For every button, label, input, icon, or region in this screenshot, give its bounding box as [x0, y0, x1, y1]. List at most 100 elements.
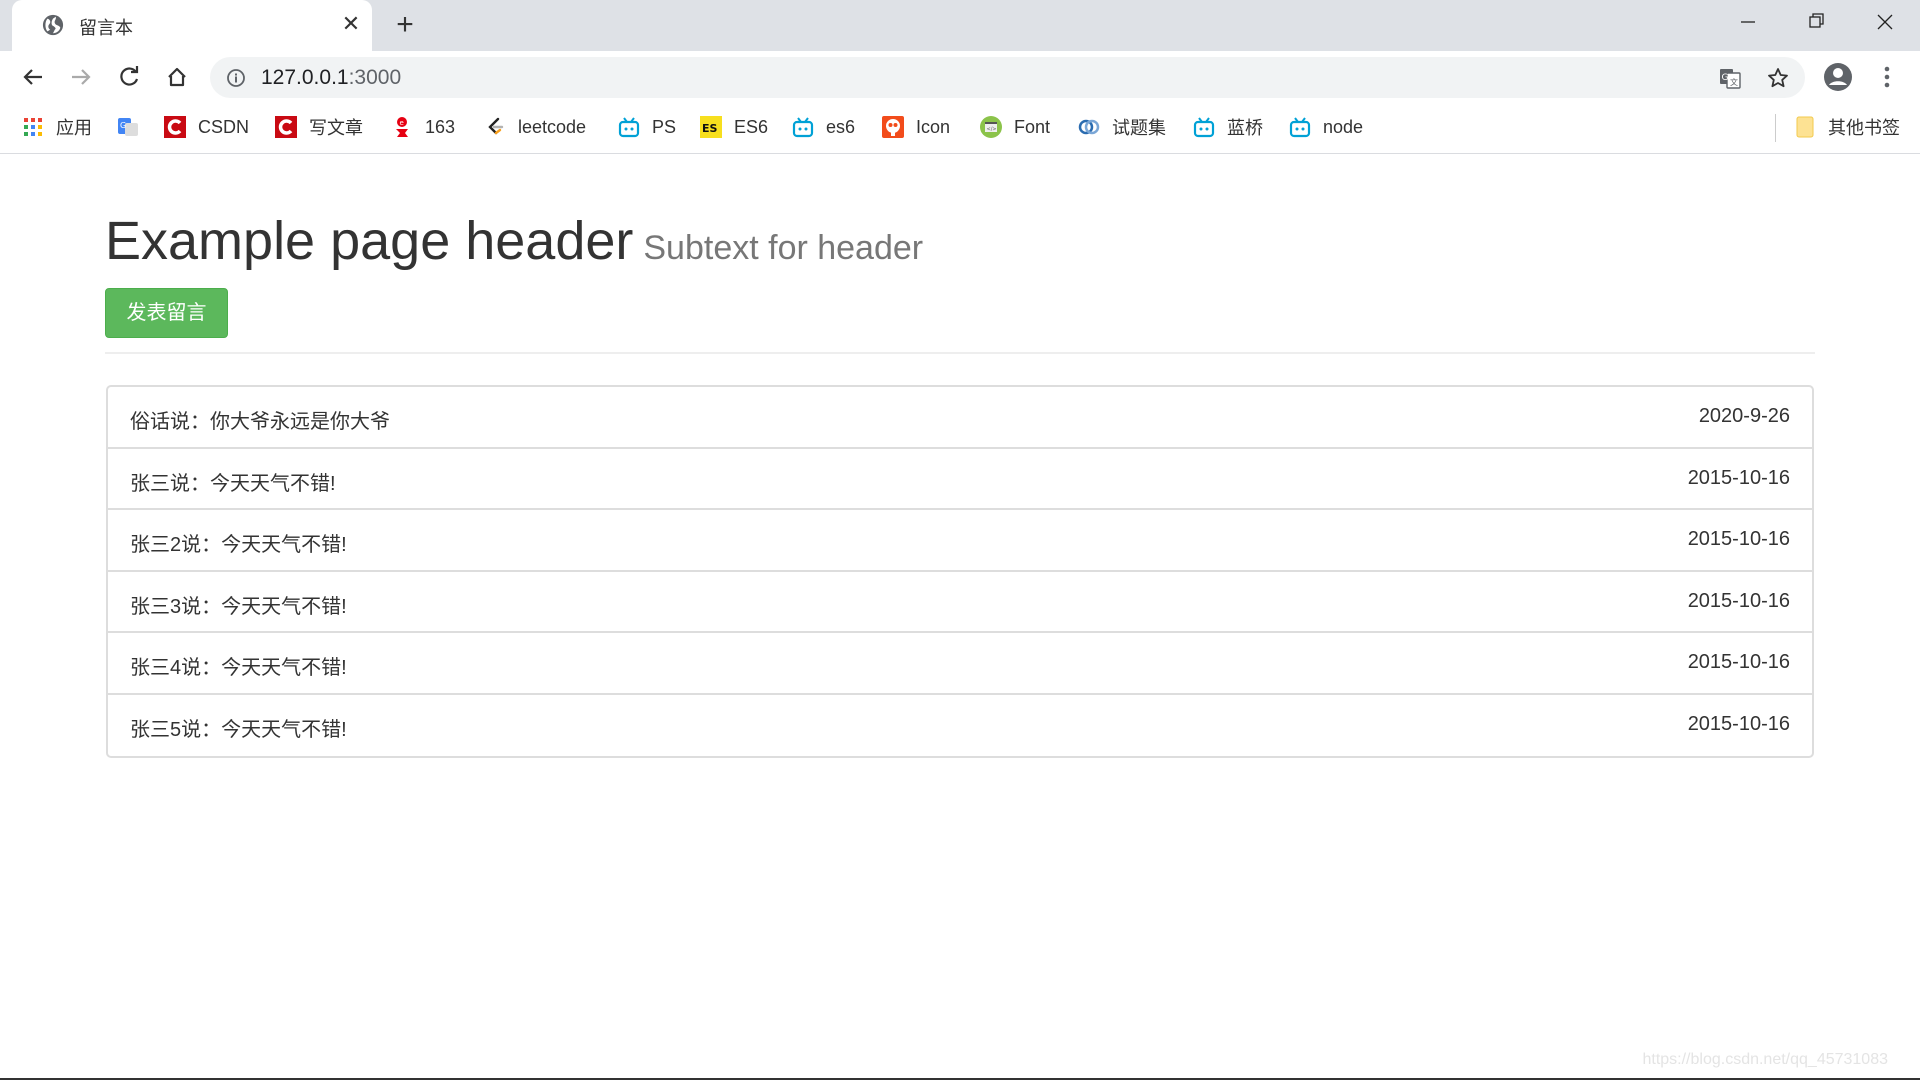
bookmark-font[interactable]: </> Font — [980, 114, 1050, 140]
page-subtitle: Subtext for header — [643, 229, 924, 267]
message-text: 张三3说：今天天气不错! — [130, 595, 347, 618]
bookmark-label: 163 — [425, 116, 456, 137]
bookmark-leetcode[interactable]: leetcode — [484, 114, 586, 140]
url-text[interactable]: 127.0.0.1:3000 — [261, 66, 401, 90]
star-icon[interactable] — [1766, 66, 1790, 90]
swirl-icon — [1078, 119, 1100, 135]
page-title: Example page header — [105, 211, 634, 271]
bookmark-question-set[interactable]: 试题集 — [1078, 114, 1166, 140]
message-text: 张三4说：今天天气不错! — [130, 657, 347, 679]
translate-icon[interactable]: G文 — [1718, 66, 1742, 90]
arrow-left-icon — [23, 69, 42, 85]
post-message-button[interactable]: 发表留言 — [105, 288, 228, 338]
list-item: 张三5说：今天天气不错! 2015-10-16 — [108, 695, 1812, 757]
tab-close-button[interactable]: ✕ — [338, 11, 364, 37]
minimize-button[interactable] — [1723, 6, 1773, 40]
es-icon: ES — [700, 116, 722, 138]
home-icon — [168, 67, 186, 87]
bookmark-apps[interactable]: 应用 — [22, 114, 92, 140]
netease-icon: e — [396, 117, 408, 137]
reload-button[interactable] — [112, 60, 146, 94]
bookmark-label: Icon — [916, 116, 951, 137]
bookmark-label: 试题集 — [1112, 118, 1166, 138]
bookmark-icon[interactable]: Icon — [882, 114, 950, 140]
bookmark-label: 蓝桥 — [1227, 118, 1263, 138]
list-item: 张三2说：今天天气不错! 2015-10-16 — [108, 510, 1812, 572]
bookmark-google-translate[interactable]: G — [117, 114, 151, 140]
message-date: 2015-10-16 — [1687, 651, 1790, 673]
list-item: 张三4说：今天天气不错! 2015-10-16 — [108, 633, 1812, 695]
message-date: 2015-10-16 — [1687, 528, 1790, 550]
profile-button[interactable] — [1821, 60, 1855, 94]
bookmark-163[interactable]: e 163 — [391, 114, 455, 140]
bookmark-ps[interactable]: PS — [618, 114, 676, 140]
apps-grid-icon — [24, 118, 42, 136]
new-tab-button[interactable]: + — [390, 8, 420, 42]
folder-icon — [1796, 116, 1814, 138]
svg-text:ES: ES — [702, 122, 718, 135]
reload-icon — [120, 66, 139, 86]
url-host: 127.0.0.1 — [261, 66, 349, 89]
svg-text:G: G — [120, 121, 126, 130]
bookmark-label: CSDN — [198, 116, 250, 137]
menu-button[interactable] — [1870, 60, 1904, 94]
leetcode-icon — [488, 117, 504, 135]
bookmark-write-article[interactable]: 写文章 — [275, 114, 363, 140]
bookmarks-bar: 应用 G CSDN 写文章 e 163 leetcode PS ES ES6 e… — [0, 104, 1920, 154]
iconfont-icon — [882, 116, 904, 138]
bilibili-icon — [618, 117, 640, 138]
bookmark-label: es6 — [826, 116, 856, 137]
message-text: 张三说：今天天气不错! — [130, 472, 336, 495]
bookmarks-separator — [1775, 114, 1776, 142]
csdn-icon — [275, 116, 297, 138]
restore-button[interactable] — [1791, 6, 1841, 40]
bookmark-label: leetcode — [518, 116, 587, 137]
message-date: 2015-10-16 — [1687, 466, 1790, 489]
info-icon[interactable] — [226, 68, 246, 88]
bookmark-es6[interactable]: es6 — [792, 114, 855, 140]
more-vertical-icon — [1884, 66, 1890, 88]
google-translate-icon: G — [118, 118, 138, 136]
divider — [105, 352, 1815, 354]
globe-icon — [42, 14, 64, 36]
svg-text:文: 文 — [1730, 77, 1738, 87]
watermark: https://blog.csdn.net/qq_45731083 — [1642, 1051, 1888, 1068]
address-bar[interactable]: 127.0.0.1:3000 G文 — [210, 57, 1805, 98]
svg-text:e: e — [400, 119, 404, 127]
bookmark-es6-ruanyf[interactable]: ES ES6 — [700, 114, 768, 140]
restore-icon — [1809, 13, 1824, 28]
bilibili-icon — [1193, 117, 1215, 138]
browser-tab[interactable]: 留言本 ✕ — [12, 0, 372, 51]
bookmark-label: PS — [652, 116, 677, 137]
code-icon: </> — [980, 116, 1002, 138]
home-button[interactable] — [160, 60, 194, 94]
back-button[interactable] — [16, 60, 50, 94]
message-list: 俗话说：你大爷永远是你大爷 2020-9-26 张三说：今天天气不错! 2015… — [106, 385, 1814, 758]
tab-title: 留言本 — [79, 18, 133, 38]
bookmark-lanqiao[interactable]: 蓝桥 — [1193, 114, 1263, 140]
message-date: 2020-9-26 — [1698, 405, 1790, 427]
list-item: 张三3说：今天天气不错! 2015-10-16 — [108, 572, 1812, 633]
bookmark-label: ES6 — [734, 116, 769, 137]
forward-button[interactable] — [64, 60, 98, 94]
bookmark-node[interactable]: node — [1289, 114, 1363, 140]
account-icon — [1824, 63, 1852, 91]
bookmark-label: node — [1323, 116, 1364, 137]
svg-text:</>: </> — [987, 127, 997, 133]
message-date: 2015-10-16 — [1687, 589, 1790, 612]
message-date: 2015-10-16 — [1687, 712, 1790, 735]
bookmark-label: 写文章 — [309, 118, 363, 138]
minimize-icon — [1741, 21, 1755, 23]
page-header: Example page header Subtext for header — [105, 210, 923, 272]
close-icon — [1877, 14, 1893, 30]
bookmark-label: Font — [1014, 116, 1051, 137]
message-text: 张三5说：今天天气不错! — [130, 718, 347, 741]
bilibili-icon — [792, 117, 814, 138]
list-item: 张三说：今天天气不错! 2015-10-16 — [108, 449, 1812, 510]
bookmark-csdn[interactable]: CSDN — [164, 114, 249, 140]
close-window-button[interactable] — [1860, 6, 1910, 40]
message-text: 俗话说：你大爷永远是你大爷 — [130, 411, 390, 433]
other-bookmarks-label: 其他书签 — [1828, 118, 1900, 138]
other-bookmarks[interactable]: 其他书签 — [1794, 114, 1900, 140]
message-text: 张三2说：今天天气不错! — [130, 534, 347, 556]
